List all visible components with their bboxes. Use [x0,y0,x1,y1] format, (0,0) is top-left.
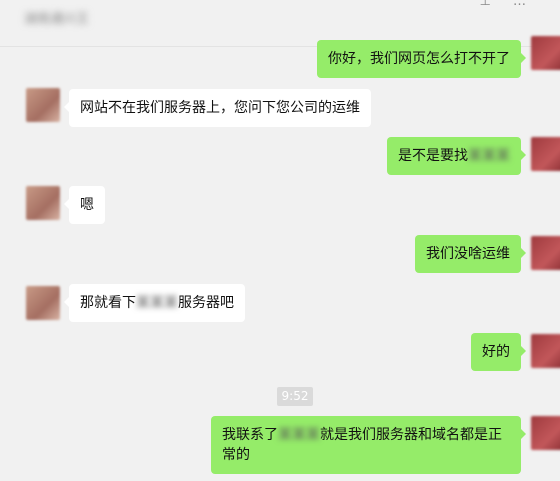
message-text: 服务器吧 [178,295,234,311]
message-text: 你好，我们网页怎么打不开了 [328,51,510,67]
message-text: 嗯 [80,197,94,213]
message-text: 那就看下 [80,295,136,311]
avatar[interactable] [531,36,560,70]
message-bubble-incoming[interactable]: 那就看下某某某服务器吧 [64,284,245,322]
timestamp: 9:52 [277,387,313,406]
avatar[interactable] [531,334,560,368]
message-bubble-incoming[interactable]: 网站不在我们服务器上，您问下您公司的运维 [64,89,371,127]
avatar[interactable] [26,286,60,320]
avatar[interactable] [531,416,560,450]
contact-name: 湖南通兴王 [24,12,90,27]
avatar[interactable] [531,137,560,171]
redacted-text: 某某某 [278,427,320,443]
redacted-text: 某某某 [136,295,178,311]
window-controls: ⊥… [480,0,548,9]
more-icon[interactable]: … [513,0,548,9]
message-text: 网站不在我们服务器上，您问下您公司的运维 [80,100,360,116]
message-text: 好的 [482,344,510,360]
message-bubble-incoming[interactable]: 嗯 [64,186,105,224]
message-bubble-outgoing[interactable]: 我联系了某某某就是我们服务器和域名都是正常的 [211,416,526,474]
message-bubble-outgoing[interactable]: 是不是要找某某某 [387,137,526,175]
message-text: 我们没啥运维 [426,246,510,262]
avatar[interactable] [26,186,60,220]
message-bubble-outgoing[interactable]: 好的 [471,333,526,371]
message-bubble-outgoing[interactable]: 我们没啥运维 [415,235,526,273]
pin-icon[interactable]: ⊥ [480,0,513,9]
avatar[interactable] [531,236,560,270]
avatar[interactable] [26,88,60,122]
redacted-text: 某某某 [468,148,510,164]
message-text: 是不是要找 [398,148,468,164]
message-text: 我联系了 [222,427,278,443]
message-bubble-outgoing[interactable]: 你好，我们网页怎么打不开了 [317,40,526,78]
